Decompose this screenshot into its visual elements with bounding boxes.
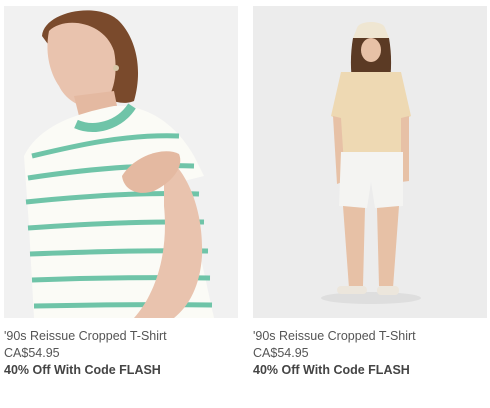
promo-text: 40% Off With Code FLASH (253, 363, 410, 377)
product-info: '90s Reissue Cropped T-Shirt CA$54.95 40… (253, 318, 487, 379)
product-image[interactable] (253, 6, 487, 318)
product-price: CA$54.95 (253, 346, 309, 360)
model-green-striped-tee-photo (4, 6, 238, 318)
product-price: CA$54.95 (4, 346, 60, 360)
product-name[interactable]: '90s Reissue Cropped T-Shirt (253, 328, 487, 345)
product-info: '90s Reissue Cropped T-Shirt CA$54.95 40… (4, 318, 238, 379)
product-image[interactable] (4, 6, 238, 318)
product-name[interactable]: '90s Reissue Cropped T-Shirt (4, 328, 238, 345)
product-card[interactable]: '90s Reissue Cropped T-Shirt CA$54.95 40… (253, 6, 487, 379)
product-card[interactable]: '90s Reissue Cropped T-Shirt CA$54.95 40… (4, 6, 238, 379)
model-beige-checked-tee-photo (253, 6, 487, 318)
promo-text: 40% Off With Code FLASH (4, 363, 161, 377)
